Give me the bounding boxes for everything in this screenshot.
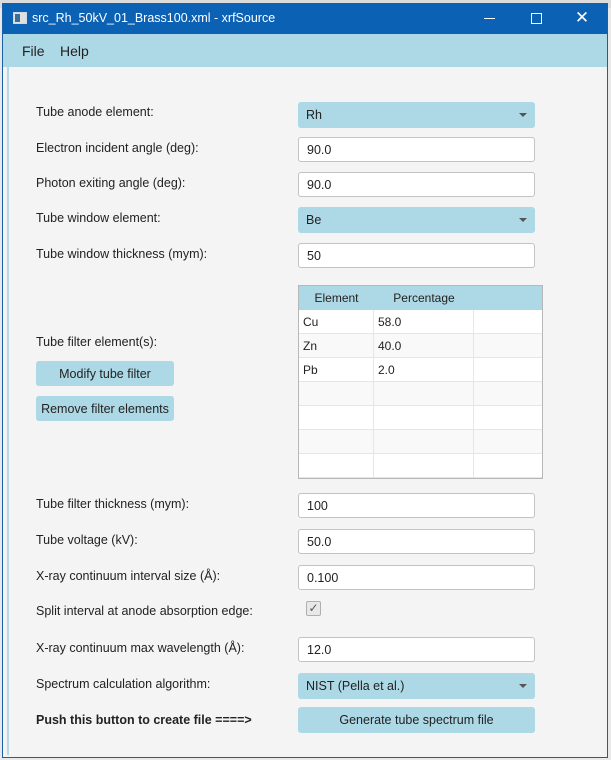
- cell-empty: [474, 310, 542, 334]
- window-element-select[interactable]: Be: [298, 207, 535, 233]
- cell-element: [299, 430, 374, 454]
- table-row-empty: [299, 382, 542, 406]
- cell-percentage: 2.0: [374, 358, 474, 382]
- generate-prompt-label: Push this button to create file ====>: [36, 713, 252, 727]
- window-element-value: Be: [306, 213, 322, 227]
- window-thickness-input[interactable]: 50: [298, 243, 535, 268]
- table-row[interactable]: Zn 40.0: [299, 334, 542, 358]
- cell-element: [299, 406, 374, 430]
- checkmark-icon: ✓: [308, 601, 319, 615]
- cell-percentage: [374, 430, 474, 454]
- tube-voltage-input[interactable]: 50.0: [298, 529, 535, 554]
- cell-empty: [474, 358, 542, 382]
- filter-thickness-input[interactable]: 100: [298, 493, 535, 518]
- interval-size-label: X-ray continuum interval size (Å):: [36, 569, 221, 583]
- cell-element: Cu: [299, 310, 374, 334]
- menu-file[interactable]: File: [22, 43, 45, 59]
- filter-thickness-label: Tube filter thickness (mym):: [36, 497, 190, 511]
- table-row[interactable]: Pb 2.0: [299, 358, 542, 382]
- cell-empty: [474, 334, 542, 358]
- menu-help[interactable]: Help: [60, 43, 89, 59]
- algorithm-label: Spectrum calculation algorithm:: [36, 677, 211, 691]
- column-header-percentage[interactable]: Percentage: [374, 286, 474, 310]
- split-interval-label: Split interval at anode absorption edge:: [36, 604, 253, 618]
- cell-percentage: [374, 454, 474, 478]
- column-header-element[interactable]: Element: [299, 286, 374, 310]
- photon-angle-label: Photon exiting angle (deg):: [36, 176, 186, 190]
- minimize-button[interactable]: [466, 3, 512, 34]
- chevron-down-icon: [519, 684, 527, 688]
- table-row-empty: [299, 454, 542, 478]
- cell-percentage: 40.0: [374, 334, 474, 358]
- maximize-icon: [530, 13, 542, 24]
- cell-empty: [474, 406, 542, 430]
- cell-element: [299, 454, 374, 478]
- close-icon: ✕: [574, 8, 590, 28]
- close-button[interactable]: ✕: [559, 3, 605, 34]
- window-thickness-label: Tube window thickness (mym):: [36, 247, 208, 261]
- column-header-empty: [474, 286, 542, 310]
- cell-empty: [474, 430, 542, 454]
- table-row-empty: [299, 430, 542, 454]
- table-header: Element Percentage: [299, 286, 542, 310]
- form-panel: Tube anode element: Rh Electron incident…: [7, 67, 603, 755]
- tube-anode-value: Rh: [306, 108, 322, 122]
- table-row-empty: [299, 406, 542, 430]
- window-element-label: Tube window element:: [36, 211, 161, 225]
- cell-empty: [474, 382, 542, 406]
- title-bar: src_Rh_50kV_01_Brass100.xml - xrfSource …: [3, 3, 607, 34]
- chevron-down-icon: [519, 218, 527, 222]
- tube-voltage-label: Tube voltage (kV):: [36, 533, 138, 547]
- algorithm-select[interactable]: NIST (Pella et al.): [298, 673, 535, 699]
- window-title: src_Rh_50kV_01_Brass100.xml - xrfSource: [32, 11, 276, 25]
- remove-filter-elements-button[interactable]: Remove filter elements: [36, 396, 174, 421]
- cell-percentage: [374, 406, 474, 430]
- table-row[interactable]: Cu 58.0: [299, 310, 542, 334]
- photon-angle-input[interactable]: 90.0: [298, 172, 535, 197]
- interval-size-input[interactable]: 0.100: [298, 565, 535, 590]
- minimize-icon: [483, 18, 495, 19]
- modify-tube-filter-button[interactable]: Modify tube filter: [36, 361, 174, 386]
- filter-elements-table[interactable]: Element Percentage Cu 58.0 Zn 40.0 Pb 2.…: [298, 285, 543, 479]
- menu-bar: File Help: [3, 34, 607, 67]
- max-wavelength-label: X-ray continuum max wavelength (Å):: [36, 641, 245, 655]
- electron-angle-input[interactable]: 90.0: [298, 137, 535, 162]
- cell-element: Zn: [299, 334, 374, 358]
- filter-elements-label: Tube filter element(s):: [36, 335, 158, 349]
- cell-element: [299, 382, 374, 406]
- cell-percentage: [374, 382, 474, 406]
- generate-tube-spectrum-button[interactable]: Generate tube spectrum file: [298, 707, 535, 733]
- cell-percentage: 58.0: [374, 310, 474, 334]
- cell-element: Pb: [299, 358, 374, 382]
- electron-angle-label: Electron incident angle (deg):: [36, 141, 199, 155]
- tube-anode-select[interactable]: Rh: [298, 102, 535, 128]
- max-wavelength-input[interactable]: 12.0: [298, 637, 535, 662]
- cell-empty: [474, 454, 542, 478]
- app-window: src_Rh_50kV_01_Brass100.xml - xrfSource …: [2, 3, 608, 758]
- chevron-down-icon: [519, 113, 527, 117]
- algorithm-value: NIST (Pella et al.): [306, 679, 405, 693]
- tube-anode-label: Tube anode element:: [36, 105, 154, 119]
- app-icon: [13, 12, 27, 24]
- maximize-button[interactable]: [513, 3, 559, 34]
- split-interval-checkbox[interactable]: ✓: [306, 601, 321, 616]
